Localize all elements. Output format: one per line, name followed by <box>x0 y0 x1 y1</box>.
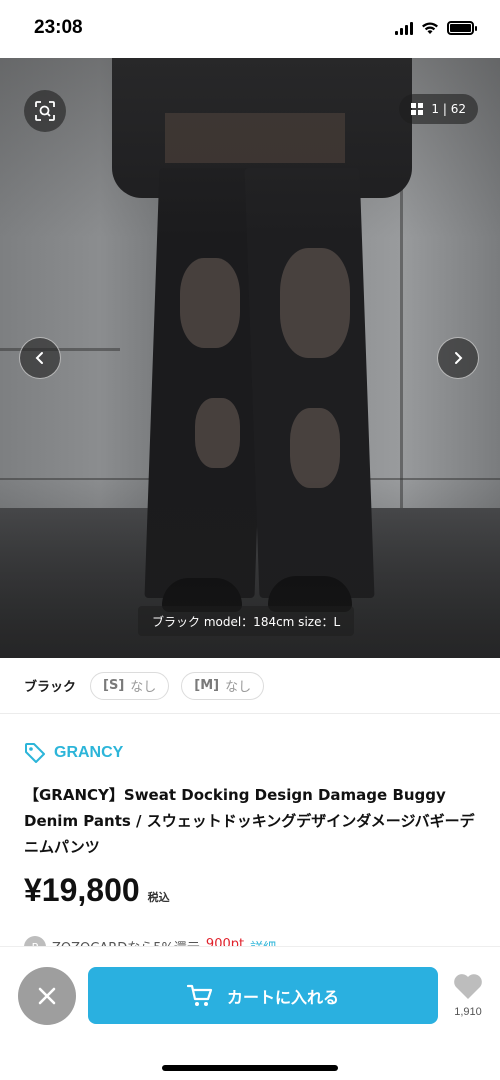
close-icon <box>38 987 56 1005</box>
status-icons <box>395 21 477 35</box>
size-chip-s[interactable]: [S] なし <box>90 671 170 700</box>
close-button[interactable] <box>18 967 76 1025</box>
wifi-icon <box>422 22 438 34</box>
tax-label: 税込 <box>147 891 170 904</box>
chevron-right-icon <box>455 352 463 364</box>
home-indicator <box>162 1065 338 1071</box>
price-row: ¥19,800 税込 <box>24 872 170 909</box>
size-stock: なし <box>130 680 157 695</box>
product-title: 【GRANCY】Sweat Docking Design Damage Bugg… <box>24 786 475 856</box>
battery-icon <box>447 21 477 35</box>
size-chip-m[interactable]: [M] なし <box>181 671 265 700</box>
product-image-gallery[interactable]: 1 | 62 ブラック model：184cm size：L <box>0 58 500 658</box>
color-label: ブラック <box>24 680 77 695</box>
grid-icon <box>411 103 424 115</box>
next-image-button[interactable] <box>437 337 479 379</box>
status-time: 23:08 <box>34 17 83 38</box>
size-label: [M] <box>194 678 220 693</box>
image-caption: ブラック model：184cm size：L <box>138 606 355 636</box>
image-search-button[interactable] <box>24 90 66 132</box>
cart-icon <box>186 984 213 1006</box>
chevron-left-icon <box>35 352 43 364</box>
tag-icon <box>25 743 45 763</box>
brand-name: GRANCY <box>54 744 124 761</box>
price: ¥19,800 <box>24 872 140 908</box>
add-to-cart-label: カートに入れる <box>226 987 339 1007</box>
favorite-count: 1,910 <box>454 1006 482 1018</box>
signal-icon <box>395 21 413 35</box>
add-to-cart-button[interactable]: カートに入れる <box>88 967 438 1024</box>
bottom-action-bar: カートに入れる 1,910 <box>0 946 500 1080</box>
favorite-button[interactable]: 1,910 <box>448 973 488 1018</box>
image-search-icon <box>35 101 55 121</box>
brand-link[interactable]: GRANCY <box>24 742 123 764</box>
status-bar: 23:08 <box>0 0 500 58</box>
variant-row: ブラック [S] なし [M] なし <box>0 658 500 714</box>
size-stock: なし <box>225 680 252 695</box>
prev-image-button[interactable] <box>19 337 61 379</box>
gallery-counter[interactable]: 1 | 62 <box>399 94 478 124</box>
image-shade <box>0 58 500 658</box>
gallery-counter-text: 1 | 62 <box>431 102 466 116</box>
heart-icon <box>454 974 482 999</box>
size-label: [S] <box>103 678 125 693</box>
